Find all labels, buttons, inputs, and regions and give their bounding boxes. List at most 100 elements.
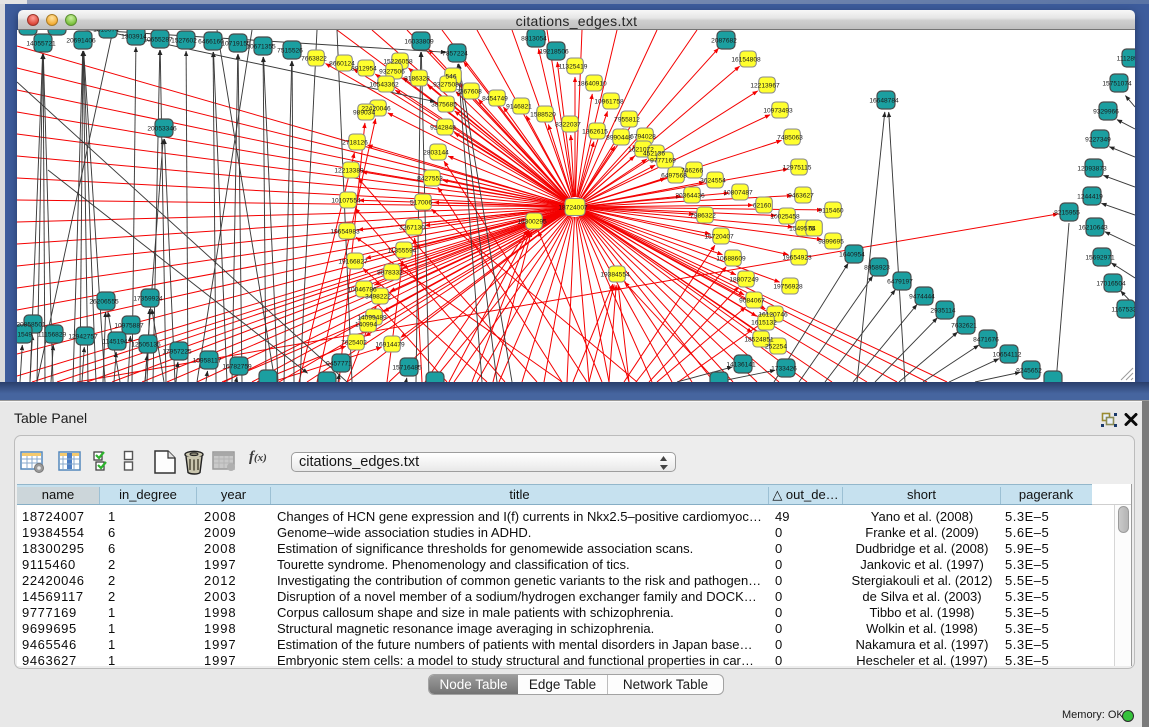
- svg-text:18300295: 18300295: [517, 218, 547, 225]
- svg-text:16210643: 16210643: [1078, 224, 1108, 231]
- svg-text:1527602: 1527602: [171, 37, 197, 44]
- svg-text:10973493: 10973493: [763, 107, 793, 114]
- svg-text:14099489: 14099489: [357, 314, 387, 321]
- svg-text:1362615: 1362615: [582, 128, 608, 135]
- svg-text:2935114: 2935114: [930, 307, 956, 314]
- svg-text:1244419: 1244419: [1077, 193, 1103, 200]
- svg-text:16543362: 16543362: [369, 81, 399, 88]
- svg-text:19384554: 19384554: [600, 271, 630, 278]
- svg-text:11325419: 11325419: [559, 63, 588, 70]
- svg-text:8186328: 8186328: [404, 75, 430, 82]
- svg-text:2718126: 2718126: [342, 139, 368, 146]
- svg-text:10107554: 10107554: [331, 197, 361, 204]
- svg-text:10958117: 10958117: [193, 357, 222, 364]
- svg-text:12975115: 12975115: [783, 164, 812, 171]
- svg-text:8427552: 8427552: [417, 175, 443, 182]
- svg-text:18524851: 18524851: [744, 336, 774, 343]
- svg-text:9474444: 9474444: [909, 293, 935, 300]
- svg-text:8813054: 8813054: [521, 35, 547, 42]
- svg-text:8322037: 8322037: [555, 121, 581, 128]
- svg-text:8471676: 8471676: [973, 336, 999, 343]
- svg-text:8454749: 8454749: [482, 95, 508, 102]
- svg-text:10671355: 10671355: [246, 43, 276, 50]
- svg-text:7632621: 7632621: [951, 322, 977, 329]
- svg-text:62160: 62160: [753, 202, 772, 209]
- svg-text:517006: 517006: [410, 199, 432, 206]
- svg-text:1112893: 1112893: [1117, 55, 1135, 62]
- svg-text:7485063: 7485063: [777, 134, 803, 141]
- svg-text:2087682: 2087682: [711, 37, 737, 44]
- svg-text:8990448: 8990448: [606, 134, 632, 141]
- svg-text:12093873: 12093873: [1077, 165, 1107, 172]
- svg-text:19218506: 19218506: [539, 48, 569, 55]
- svg-text:10807487: 10807487: [723, 189, 753, 196]
- svg-text:11355594: 11355594: [388, 247, 417, 254]
- svg-text:16782759: 16782759: [222, 363, 252, 370]
- svg-text:10046786: 10046786: [347, 286, 377, 293]
- svg-text:140994: 140994: [355, 321, 377, 328]
- svg-text:546: 546: [445, 73, 456, 80]
- svg-text:6466160: 6466160: [198, 38, 224, 45]
- svg-text:452136: 452136: [643, 150, 665, 157]
- svg-text:19654923: 19654923: [782, 254, 812, 261]
- svg-text:12505135: 12505135: [131, 341, 161, 348]
- svg-text:11156829: 11156829: [38, 331, 67, 338]
- svg-text:15226058: 15226058: [383, 58, 413, 65]
- svg-text:15720407: 15720407: [704, 233, 734, 240]
- svg-text:7986322: 7986322: [690, 212, 716, 219]
- svg-text:6479197: 6479197: [887, 278, 913, 285]
- svg-text:10961758: 10961758: [594, 98, 624, 105]
- svg-text:1615132: 1615132: [751, 319, 777, 326]
- svg-text:14055721: 14055721: [26, 40, 56, 47]
- svg-text:16154808: 16154808: [731, 56, 761, 63]
- svg-text:9457771: 9457771: [326, 360, 352, 367]
- svg-text:1167533: 1167533: [1111, 306, 1135, 313]
- svg-text:9084067: 9084067: [739, 297, 765, 304]
- svg-text:9327506: 9327506: [379, 68, 405, 75]
- svg-text:17957225: 17957225: [162, 348, 192, 355]
- svg-text:17359924: 17359924: [133, 295, 163, 302]
- svg-text:9227349: 9227349: [1085, 136, 1111, 143]
- svg-text:19166827: 19166827: [338, 258, 368, 265]
- svg-text:9146821: 9146821: [506, 103, 532, 110]
- svg-text:7625402: 7625402: [341, 339, 367, 346]
- svg-text:1813074: 1813074: [93, 30, 119, 33]
- svg-text:1145194: 1145194: [102, 338, 128, 345]
- svg-text:10654112: 10654112: [993, 351, 1022, 358]
- svg-text:18640910: 18640910: [577, 80, 607, 87]
- svg-text:20691406: 20691406: [66, 37, 96, 44]
- svg-text:16033809: 16033809: [404, 38, 434, 45]
- svg-text:19654983: 19654983: [330, 228, 360, 235]
- svg-text:6794028: 6794028: [630, 133, 656, 140]
- svg-text:3875685: 3875685: [431, 101, 457, 108]
- svg-text:3624554: 3624554: [700, 177, 726, 184]
- svg-text:10025458: 10025458: [770, 213, 800, 220]
- svg-text:12942757: 12942757: [68, 333, 98, 340]
- svg-text:1733426: 1733426: [771, 365, 797, 372]
- svg-text:7663822: 7663822: [301, 55, 327, 62]
- svg-text:8878332: 8878332: [377, 269, 403, 276]
- svg-text:15692971: 15692971: [1085, 254, 1115, 261]
- svg-text:1640954: 1640954: [839, 251, 865, 258]
- svg-text:2367608: 2367608: [456, 88, 482, 95]
- svg-text:9329966: 9329966: [1093, 108, 1119, 115]
- svg-text:15751074: 15751074: [1102, 80, 1132, 87]
- svg-text:18807249: 18807249: [729, 276, 759, 283]
- svg-text:7515526: 7515526: [277, 47, 303, 54]
- svg-text:20364436: 20364436: [675, 192, 705, 199]
- svg-text:7857224: 7857224: [442, 50, 468, 57]
- svg-text:3498222: 3498222: [365, 293, 391, 300]
- svg-text:8958923: 8958923: [864, 264, 890, 271]
- svg-text:12213389: 12213389: [334, 167, 364, 174]
- svg-text:12213967: 12213967: [750, 82, 780, 89]
- svg-text:9899695: 9899695: [818, 238, 844, 245]
- svg-text:7955812: 7955812: [614, 116, 640, 123]
- svg-text:9115460: 9115460: [818, 207, 844, 214]
- svg-text:6497568: 6497568: [661, 172, 687, 179]
- svg-text:8215955: 8215955: [1054, 209, 1080, 216]
- svg-text:14136141: 14136141: [726, 361, 756, 368]
- svg-text:252254: 252254: [765, 343, 787, 350]
- svg-text:989034: 989034: [353, 109, 375, 116]
- svg-text:8912954: 8912954: [351, 65, 377, 72]
- svg-text:16648784: 16648784: [869, 97, 899, 104]
